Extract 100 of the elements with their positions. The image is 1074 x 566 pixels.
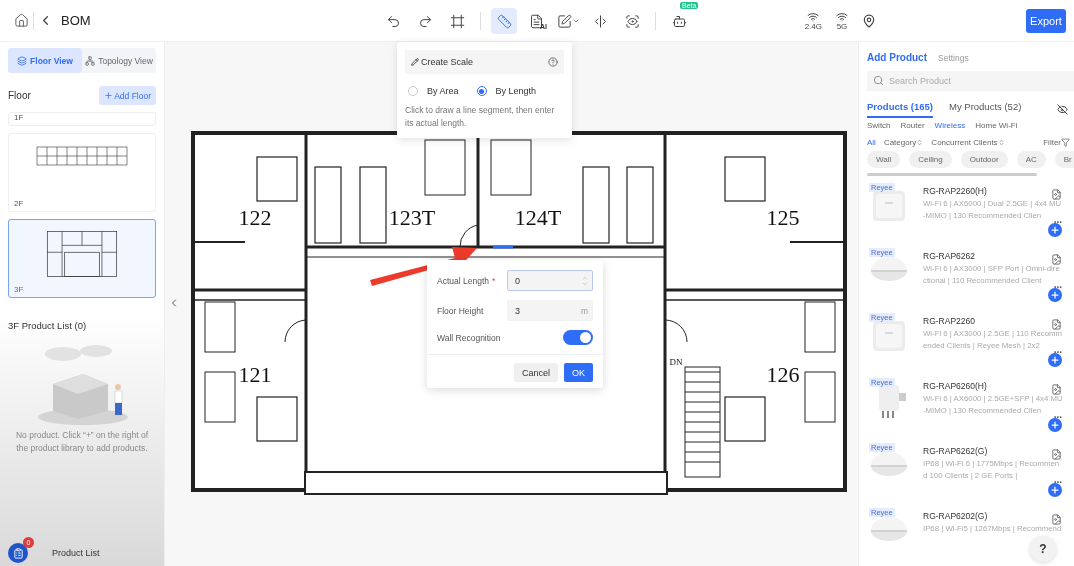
view-tab[interactable]: Topology View (82, 48, 156, 73)
datasheet-icon[interactable] (1051, 188, 1062, 200)
edit-icon (556, 13, 572, 29)
search-field[interactable]: Search Product (867, 71, 1074, 91)
sort-icon (997, 139, 1005, 146)
popover-title: Create Scale (421, 57, 474, 67)
clipboard-icon (12, 547, 24, 559)
sort-dropdown[interactable]: Category (883, 138, 924, 147)
category-tab[interactable]: Home Wi-Fi (975, 121, 1018, 130)
category-tab[interactable]: Router (900, 121, 925, 130)
all-filter[interactable]: All (867, 138, 876, 147)
datasheet-icon[interactable] (1051, 383, 1062, 395)
frame-icon (449, 13, 465, 29)
pencil-icon (411, 58, 419, 66)
filter-chip[interactable]: Br (1054, 151, 1074, 168)
room-label: DN (669, 357, 683, 367)
floor-card[interactable]: 1F (8, 112, 156, 126)
empty-message: No product. Click “+” on the right of the product library to add products. (14, 429, 149, 455)
more-text: ... (1053, 213, 1062, 225)
hint-text: Click to draw a line segment, then enter its actual length. (405, 104, 556, 130)
filter-chip[interactable]: Wall (867, 151, 901, 168)
product-list-button[interactable] (8, 543, 28, 563)
filter-chip[interactable]: Ceiling (909, 151, 952, 168)
floor-card[interactable]: 3F (8, 219, 156, 298)
panel-tab[interactable]: Add Product (867, 52, 927, 63)
add-button[interactable] (1048, 222, 1062, 237)
field-label: Floor Height (437, 305, 484, 316)
floor-label: 1F (14, 113, 25, 122)
caret-icon (571, 17, 580, 25)
room-label: 123T (388, 205, 436, 230)
cancel-button[interactable]: Cancel (513, 363, 558, 382)
product-name: RG-RAP6260(H) (923, 380, 987, 391)
sort-icon (916, 139, 924, 146)
product-name: RG-RAP2260(H) (923, 185, 987, 196)
product-name: RG-RAP6262 (923, 250, 975, 261)
plus-icon (104, 91, 114, 100)
field-label: Wall Recognition (437, 332, 501, 343)
layers-icon (17, 55, 28, 66)
redo-icon (417, 13, 433, 29)
add-floor-button[interactable]: Add Floor (99, 86, 156, 105)
wifi-icon[interactable] (836, 10, 848, 23)
room-label: 125 (766, 205, 800, 230)
toggle-switch[interactable] (563, 330, 593, 345)
section-title: Floor (8, 90, 31, 101)
product-list-label: Product List (52, 548, 100, 558)
sort-dropdown[interactable]: Concurrent Clients (931, 138, 1005, 147)
home-icon[interactable] (14, 13, 29, 28)
hide-icon[interactable] (1057, 104, 1068, 115)
datasheet-icon[interactable] (1051, 513, 1062, 525)
pin-icon[interactable] (862, 13, 876, 28)
wifi-icon[interactable] (807, 10, 820, 23)
input-field[interactable]: 3 m (507, 300, 593, 321)
search-icon (873, 75, 884, 86)
filter-chip[interactable]: Outdoor (960, 151, 1008, 168)
radio-option[interactable]: By Length (476, 86, 537, 96)
section-title: 3F Product List (0) (8, 320, 88, 331)
radio-option[interactable]: By Area (408, 86, 459, 96)
measure-line (493, 245, 513, 249)
split-icon (592, 13, 608, 29)
floor-label: 2F (14, 199, 25, 208)
product-name: RG-RAP2260 (923, 315, 975, 326)
more-text: ... (1053, 408, 1062, 420)
filter-button[interactable]: Filter (1043, 138, 1070, 147)
unit-label: m (580, 305, 588, 316)
category-tab[interactable]: Switch (867, 121, 891, 130)
help-icon[interactable] (548, 57, 558, 67)
category-tab[interactable]: Wireless (934, 121, 966, 130)
product-name: RG-RAP6262(G) (923, 445, 988, 456)
add-button[interactable] (1048, 352, 1062, 367)
help-button[interactable]: ? (1030, 536, 1056, 562)
room-label: 122 (238, 205, 272, 230)
room-label: 124T (514, 205, 562, 230)
undo-icon (385, 13, 401, 29)
floor-label: 3F (14, 285, 25, 294)
filter-chip[interactable]: AC (1016, 151, 1046, 168)
more-text: ... (1053, 473, 1062, 485)
more-text: ... (1053, 343, 1062, 355)
datasheet-icon[interactable] (1051, 253, 1062, 265)
bot-icon (671, 13, 687, 29)
ruler-icon (496, 13, 512, 29)
room-label: 121 (238, 362, 272, 387)
datasheet-icon[interactable] (1051, 318, 1062, 330)
band-label: 2.4G (804, 22, 822, 31)
room-label: 126 (766, 362, 800, 387)
export-button[interactable]: Export (1026, 8, 1066, 33)
add-button[interactable] (1048, 417, 1062, 432)
band-label: 5G (836, 22, 848, 31)
library-tab[interactable]: My Products (52) (949, 101, 1022, 118)
ok-button[interactable]: OK (564, 363, 593, 382)
filter-icon (1061, 138, 1070, 147)
scan-eye-icon (624, 13, 640, 29)
floor-card[interactable]: 2F (8, 133, 156, 212)
more-text: ... (1053, 278, 1062, 290)
add-button[interactable] (1048, 482, 1062, 497)
library-tab[interactable]: Products (165) (867, 101, 933, 118)
add-button[interactable] (1048, 287, 1062, 302)
view-tab[interactable]: Floor View (8, 48, 82, 73)
datasheet-icon[interactable] (1051, 448, 1062, 460)
field-label: Actual Length * (437, 275, 496, 286)
product-name: RG-RAP6202(G) (923, 510, 988, 521)
